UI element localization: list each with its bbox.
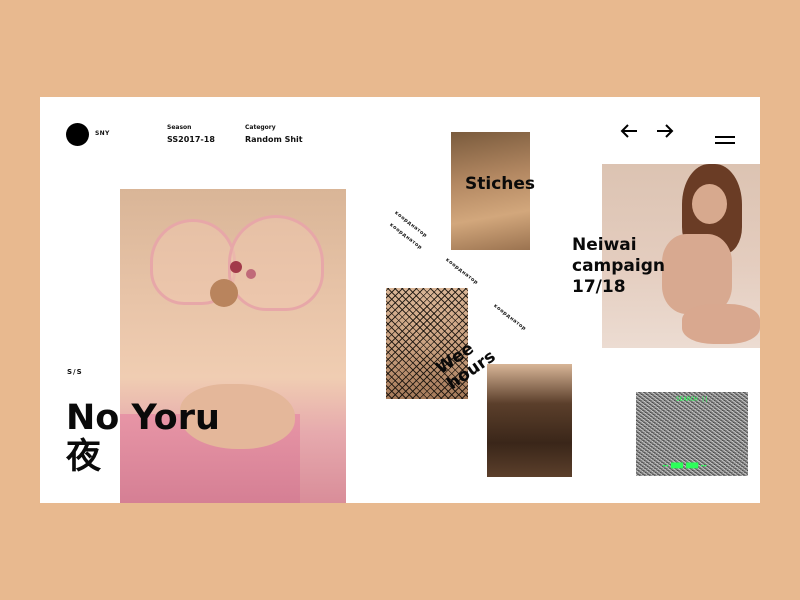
category-value: Random Shit	[245, 135, 303, 144]
tv-overlay-bottom: ◄◄ ████ ████ ►►	[662, 463, 708, 469]
page-title: No Yoru	[66, 398, 220, 438]
season-value: SS2017-18	[167, 135, 215, 144]
page-title-kanji: 夜	[66, 437, 102, 477]
tv-static-video[interactable]: SEARCH || ◄◄ ████ ████ ►►	[636, 392, 748, 476]
diagonal-tag: коорднатор	[444, 257, 480, 287]
brand-logo[interactable]	[66, 123, 89, 146]
season-label: Season	[167, 124, 192, 131]
stiches-title[interactable]: Stiches	[465, 174, 535, 194]
diagonal-tag: коорднатор	[492, 303, 528, 333]
arrow-right-icon[interactable]	[656, 123, 674, 139]
neiwai-title-line: Neiwai	[572, 235, 637, 255]
tv-overlay-top: SEARCH ||	[676, 396, 709, 403]
page-card: SNY Season SS2017-18 Category Random Shi…	[40, 97, 760, 503]
brand-name: SNY	[95, 130, 110, 137]
neiwai-title[interactable]: Neiwai campaign 17/18	[572, 235, 665, 298]
hamburger-menu-icon[interactable]	[715, 129, 735, 144]
neiwai-title-line: 17/18	[572, 277, 626, 297]
category-label: Category	[245, 124, 276, 131]
season-kicker: S/S	[67, 368, 83, 376]
tights-photo[interactable]	[487, 364, 572, 477]
arrow-left-icon[interactable]	[620, 123, 638, 139]
neiwai-title-line: campaign	[572, 256, 666, 276]
hero-photo[interactable]	[120, 189, 346, 503]
